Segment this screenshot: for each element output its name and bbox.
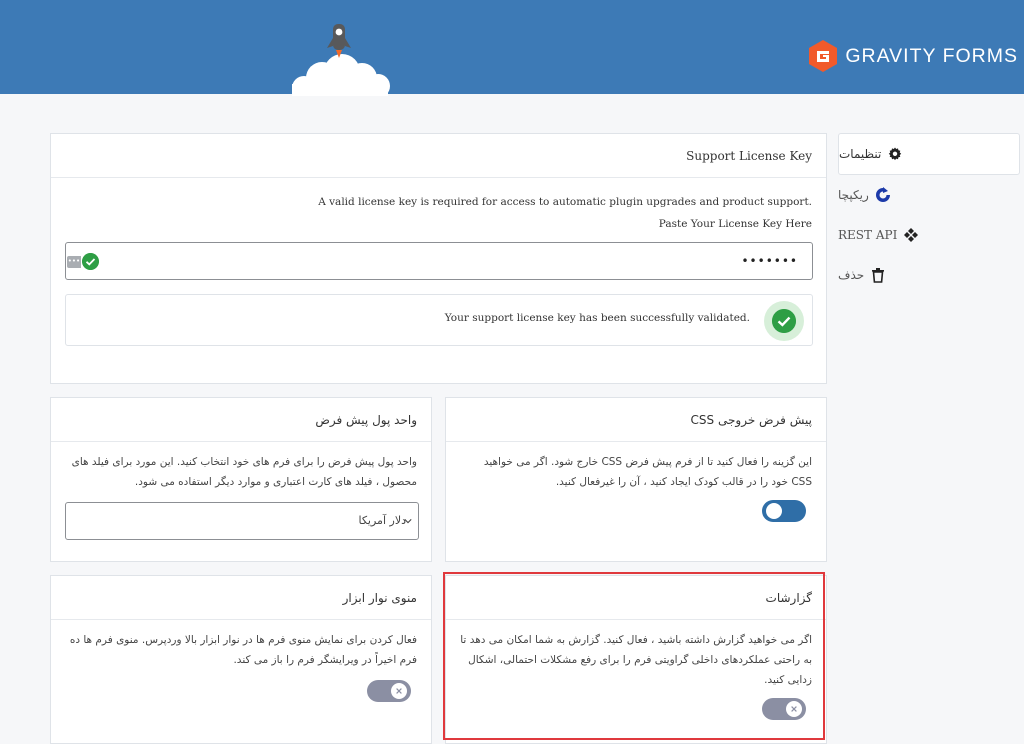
brand-logo: GRAVITY FORMS: [807, 39, 1018, 73]
check-circle-icon: [82, 253, 99, 270]
toggle-knob: [766, 503, 782, 519]
default-currency-card: واحد پول پیش فرض واحد پول پیش فرض را برا…: [50, 397, 432, 562]
license-key-value: •••••••: [741, 254, 798, 268]
logging-toggle[interactable]: [762, 698, 806, 720]
settings-sidebar: تنظیمات ریکپچا REST API حذف: [838, 133, 1020, 295]
license-key-input[interactable]: ••••••• •••: [65, 242, 813, 280]
css-output-card: CSS پیش فرض خروجی این گزینه را فعال کنید…: [445, 397, 827, 562]
card-title: گزارشات: [446, 576, 826, 620]
trash-icon: [872, 268, 885, 283]
currency-selected-value: دلار آمریکا: [358, 514, 407, 527]
card-title: Support License Key: [51, 134, 826, 178]
card-title: واحد پول پیش فرض: [51, 398, 431, 442]
license-paste-label: Paste Your License Key Here: [658, 218, 812, 230]
brand-name: GRAVITY FORMS: [845, 44, 1018, 67]
css-output-description: این گزینه را فعال کنید تا از فرم پیش فرض…: [483, 456, 812, 488]
close-icon: [396, 688, 402, 694]
card-title: منوی نوار ابزار: [51, 576, 431, 620]
sidebar-item-label: حذف: [838, 268, 865, 282]
license-validated-notice: Your support license key has been succes…: [65, 294, 813, 346]
validated-message: Your support license key has been succes…: [444, 312, 750, 324]
gravity-forms-logo-icon: [809, 40, 838, 72]
toolbar-menu-card: منوی نوار ابزار فعال کردن برای نمایش منو…: [50, 575, 432, 744]
license-requirement-text: A valid license key is required for acce…: [318, 196, 812, 208]
currency-description: واحد پول پیش فرض را برای فرم های خود انت…: [71, 456, 417, 488]
sidebar-item-label: REST API: [838, 228, 898, 242]
sidebar-item-recaptcha[interactable]: ریکپچا: [838, 175, 1020, 215]
api-icon: [904, 228, 919, 242]
logging-card: گزارشات اگر می خواهید گزارش داشته باشید …: [445, 575, 827, 744]
sidebar-item-label: ریکپچا: [838, 188, 869, 202]
license-key-card: Support License Key A valid license key …: [50, 133, 827, 384]
top-banner: GRAVITY FORMS: [0, 0, 1024, 96]
sidebar-item-rest-api[interactable]: REST API: [838, 215, 1020, 255]
recaptcha-icon: [875, 187, 890, 202]
password-manager-badge[interactable]: •••: [67, 253, 99, 270]
sidebar-item-settings[interactable]: تنظیمات: [838, 133, 1020, 175]
sidebar-item-label: تنظیمات: [839, 147, 882, 161]
toolbar-menu-toggle[interactable]: [367, 680, 411, 702]
close-icon: [791, 706, 797, 712]
rocket-launch-illustration: [292, 24, 390, 96]
success-check-icon: [772, 309, 796, 333]
gear-icon: [889, 147, 902, 161]
chevron-down-icon: [404, 519, 412, 524]
sidebar-item-uninstall[interactable]: حذف: [838, 255, 1020, 295]
password-manager-icon: •••: [67, 255, 81, 268]
toolbar-menu-description: فعال کردن برای نمایش منوی فرم ها در نوار…: [69, 634, 417, 666]
card-title: CSS پیش فرض خروجی: [446, 398, 826, 442]
logging-description: اگر می خواهید گزارش داشته باشید ، فعال ک…: [460, 634, 812, 686]
currency-select[interactable]: دلار آمریکا: [65, 502, 419, 540]
css-output-toggle[interactable]: [762, 500, 806, 522]
